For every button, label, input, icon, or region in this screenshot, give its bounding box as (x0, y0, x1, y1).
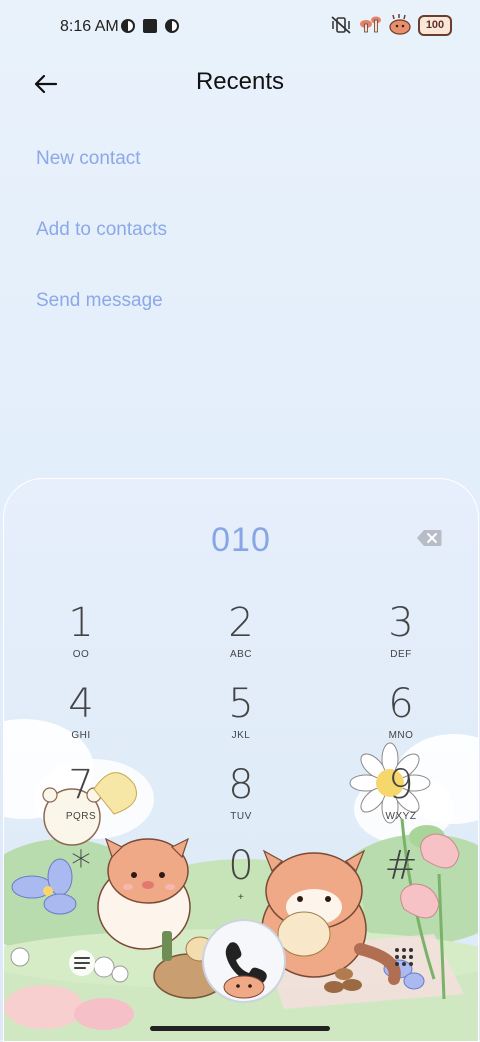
menu-icon[interactable] (68, 949, 96, 977)
gesture-nav-handle[interactable] (150, 1026, 330, 1031)
key-letters: WXYZ (385, 811, 417, 822)
call-button[interactable] (202, 919, 286, 1003)
key-digit: 8 (228, 762, 254, 808)
key-1[interactable]: 1 OO (31, 601, 131, 673)
key-9[interactable]: 9 WXYZ (351, 763, 451, 835)
key-4[interactable]: 4 GHI (31, 682, 131, 754)
key-2[interactable]: 2 ABC (191, 601, 291, 673)
key-digit: 0 (228, 843, 254, 889)
backspace-icon[interactable] (416, 529, 442, 547)
wifi-panda-icon (389, 14, 411, 35)
key-digit: 3 (388, 600, 414, 646)
key-digit: # (384, 843, 418, 889)
key-letters: TUV (230, 811, 252, 822)
app-icon (143, 19, 157, 33)
key-5[interactable]: 5 JKL (191, 682, 291, 754)
phone-icon (223, 942, 267, 999)
key-letters: JKL (231, 730, 251, 741)
status-bar: 8:16 AM 100 (0, 0, 480, 56)
key-digit: 6 (388, 681, 414, 727)
key-digit: 7 (68, 762, 94, 808)
status-notification-icons (120, 18, 180, 34)
app-header: Recents (0, 56, 480, 112)
key-letters: ABC (229, 649, 253, 660)
dialed-number: 010 (211, 521, 271, 559)
key-letters: DEF (390, 649, 412, 660)
key-digit: 9 (388, 762, 414, 808)
notification-icon (121, 19, 135, 33)
status-time: 8:16 AM (60, 18, 119, 35)
key-digit: 4 (68, 681, 94, 727)
status-system-icons: 100 (330, 14, 452, 36)
vibrate-off-icon (331, 16, 351, 34)
key-letters: + (237, 892, 245, 903)
key-digit: 5 (228, 681, 254, 727)
key-6[interactable]: 6 MNO (351, 682, 451, 754)
key-7[interactable]: 7 PQRS (31, 763, 131, 835)
battery-indicator: 100 (418, 14, 452, 36)
send-message-link[interactable]: Send message (36, 290, 163, 312)
key-8[interactable]: 8 TUV (191, 763, 291, 835)
notification-icon (165, 19, 179, 33)
key-letters: PQRS (65, 811, 97, 822)
key-digit: * (71, 843, 91, 889)
key-digit: 1 (68, 600, 94, 646)
key-letters: MNO (388, 730, 414, 741)
add-to-contacts-link[interactable]: Add to contacts (36, 219, 167, 241)
key-letters: GHI (71, 730, 91, 741)
key-hash[interactable]: # (351, 844, 451, 916)
key-digit: 2 (228, 600, 254, 646)
new-contact-link[interactable]: New contact (36, 148, 141, 170)
key-3[interactable]: 3 DEF (351, 601, 451, 673)
dialpad: 010 1 OO 2 ABC 3 DEF 4 GHI 5 JKL 6 MNO 7… (3, 478, 479, 1042)
key-0[interactable]: 0 + (191, 844, 291, 916)
key-star[interactable]: * (31, 844, 131, 916)
dialpad-grid-icon[interactable] (392, 945, 416, 969)
key-letters: OO (72, 649, 90, 660)
signal-mushroom-icon (360, 16, 381, 33)
page-title: Recents (195, 68, 285, 95)
